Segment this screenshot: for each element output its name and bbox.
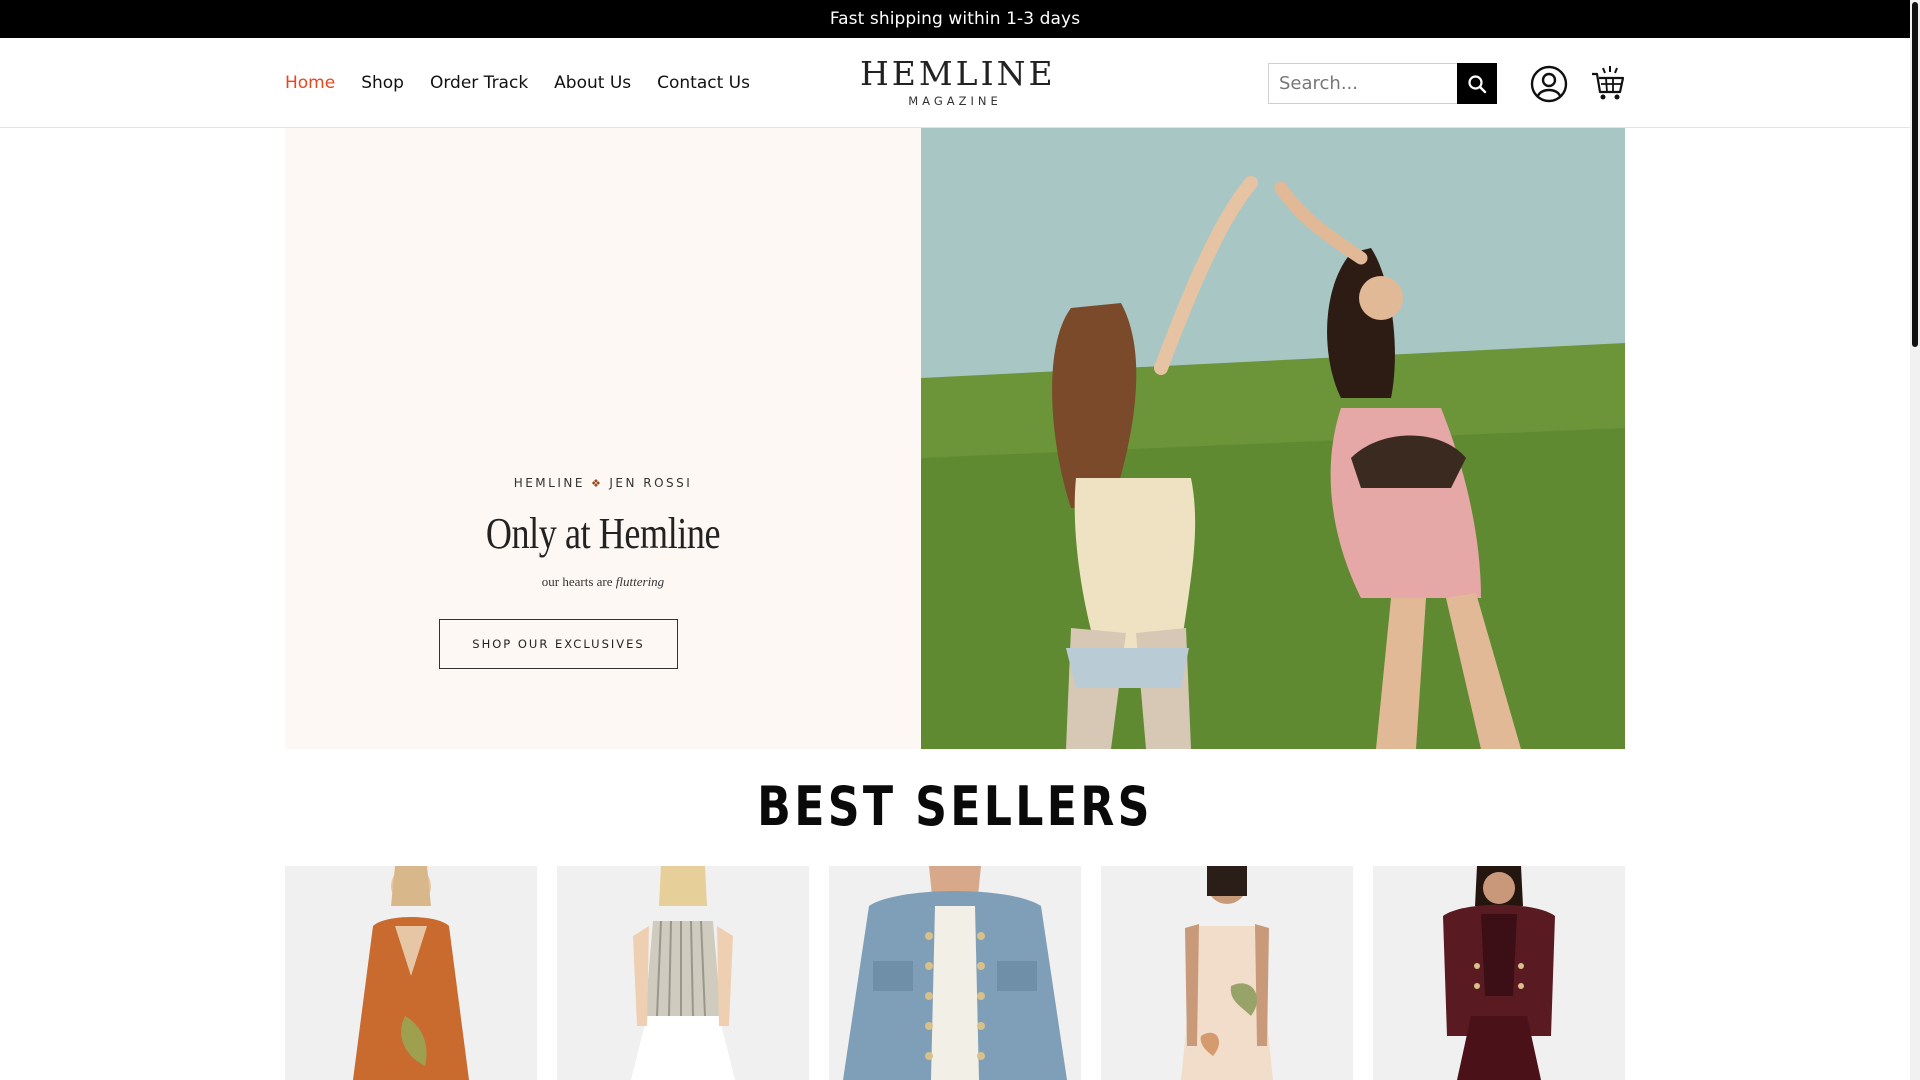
hero-photo-illustration [921,128,1625,749]
butterfly-icon: ❖ [590,477,604,490]
search-bar [1268,63,1497,104]
product-card[interactable] [557,866,809,1080]
search-icon [1468,74,1487,93]
product-image [843,866,1067,1080]
site-header: Home Shop Order Track About Us Contact U… [0,38,1910,128]
nav-about-us[interactable]: About Us [554,73,631,93]
nav-shop[interactable]: Shop [361,73,404,93]
hero-text-panel: HEMLINE ❖ JEN ROSSI Only at Hemline our he… [285,128,921,749]
hero-subtitle-plain: our hearts are [541,574,613,589]
announcement-text: Fast shipping within 1-3 days [829,9,1081,29]
product-image [353,866,469,1080]
page-scrollbar[interactable] [1910,0,1920,1080]
account-icon [1530,65,1568,103]
announcement-bar: Fast shipping within 1-3 days [0,0,1910,38]
logo-main-text: HEMLINE [860,54,1056,93]
collab-right: JEN ROSSI [609,476,693,490]
collab-left: HEMLINE [513,476,585,490]
hero-subtitle-italic: fluttering [615,574,665,589]
logo-sub-text: MAGAZINE [908,94,1002,108]
product-grid [285,866,1625,1080]
cart-icon [1592,66,1625,100]
scrollbar-thumb[interactable] [1912,2,1918,347]
product-card[interactable] [1101,866,1353,1080]
search-button[interactable] [1457,63,1497,104]
nav-order-track[interactable]: Order Track [430,73,528,93]
main-nav: Home Shop Order Track About Us Contact U… [285,38,776,128]
cart-button[interactable] [1590,64,1626,102]
search-input[interactable] [1268,63,1457,104]
hero-title: Only at Hemline [485,509,721,558]
collab-label: HEMLINE ❖ JEN ROSSI [285,476,921,490]
nav-home[interactable]: Home [285,73,335,93]
site-logo[interactable]: HEMLINE MAGAZINE [860,54,1056,109]
shop-exclusives-button[interactable]: SHOP OUR EXCLUSIVES [439,619,678,669]
best-sellers-title: BEST SELLERS [757,775,1153,838]
product-image [1181,866,1273,1080]
product-card[interactable] [1373,866,1625,1080]
nav-contact-us[interactable]: Contact Us [657,73,750,93]
product-image [1443,866,1555,1080]
product-card[interactable] [285,866,537,1080]
account-button[interactable] [1530,65,1568,103]
hero-banner: HEMLINE ❖ JEN ROSSI Only at Hemline our he… [285,128,1625,749]
product-card[interactable] [829,866,1081,1080]
product-image [631,866,735,1080]
hero-subtitle: our hearts are fluttering [285,574,921,590]
hero-photo[interactable] [921,128,1625,749]
